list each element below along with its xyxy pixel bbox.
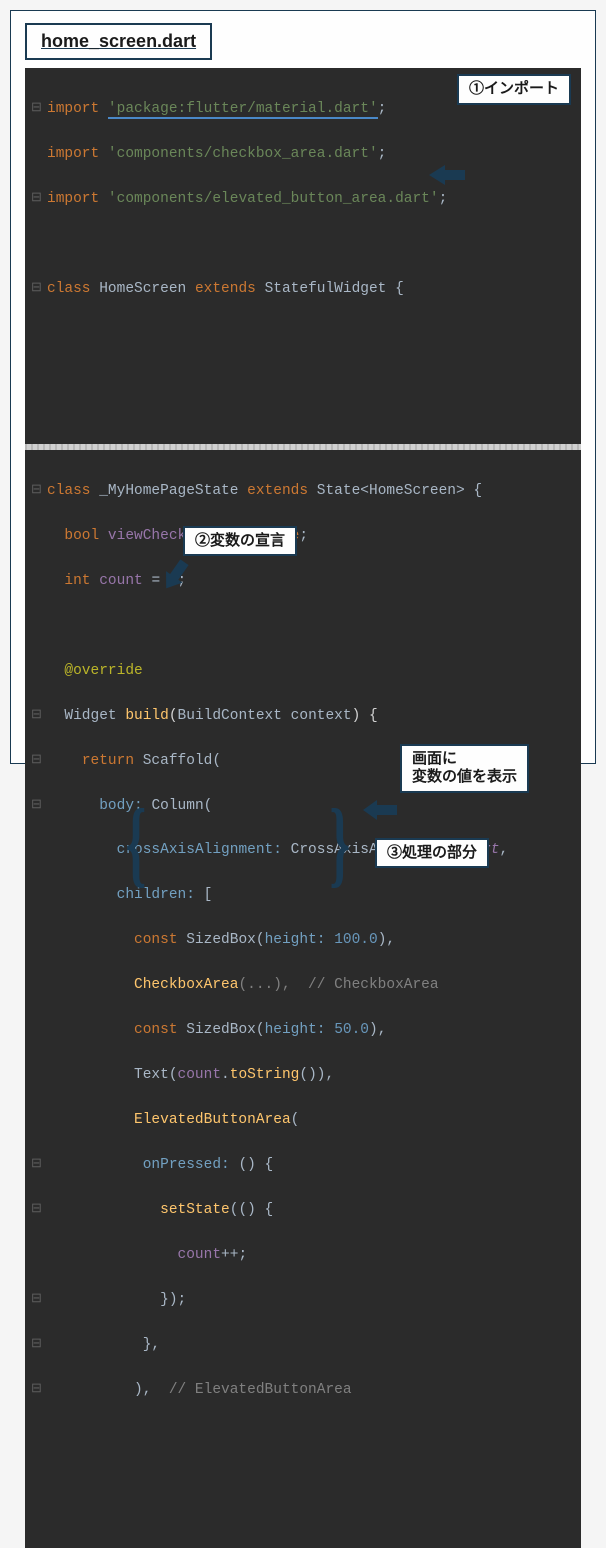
callout-display-var: 画面に 変数の値を表示 [400, 744, 529, 794]
annotation: @override [64, 663, 142, 679]
arrow-icon [429, 118, 481, 232]
filename-tab: home_screen.dart [25, 23, 212, 60]
callout-processing: ③処理の部分 [375, 838, 489, 869]
brace-right-icon: } [330, 795, 351, 891]
brace-left-icon: { [126, 795, 147, 891]
code-block-imports: ⊟import 'package:flutter/material.dart';… [25, 68, 581, 444]
callout-var-decl: ②変数の宣言 [183, 526, 297, 557]
code-block-class: ⊟class _MyHomePageState extends State<Ho… [25, 450, 581, 1548]
string: 'package:flutter/material.dart' [108, 101, 378, 117]
keyword: import [47, 101, 108, 117]
callout-import: ①インポート [457, 74, 571, 105]
diagram-container: home_screen.dart ⊟import 'package:flutte… [10, 10, 596, 764]
